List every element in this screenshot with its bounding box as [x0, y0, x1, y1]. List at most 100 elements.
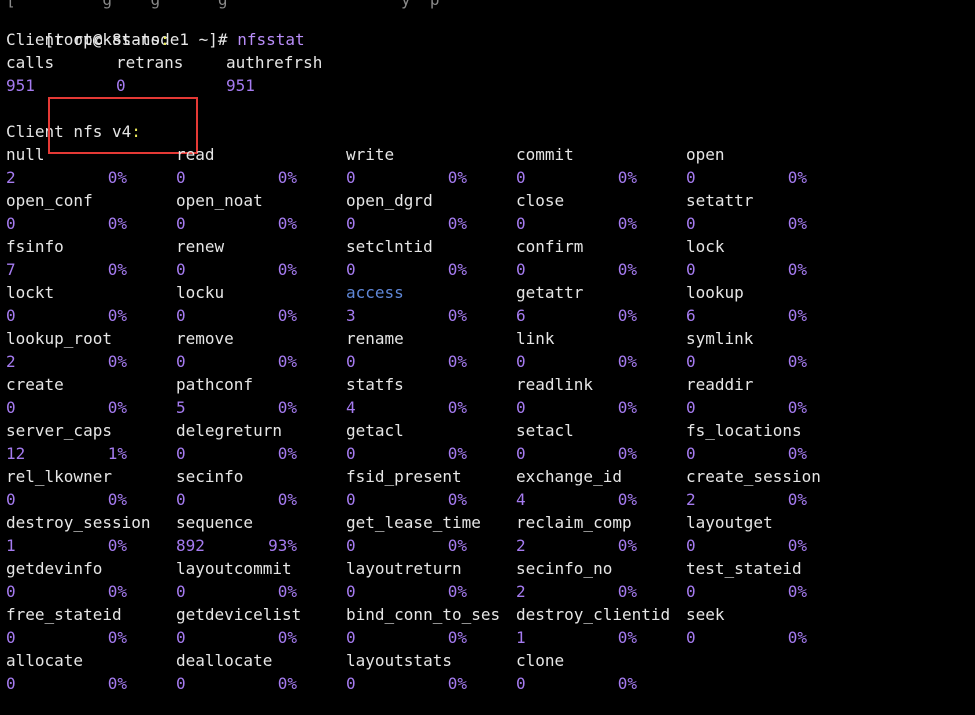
nfs-op-label-secinfo: secinfo [176, 467, 244, 486]
nfs-op-label-layoutstats: layoutstats [346, 651, 452, 670]
nfs-op-count-close: 0 [516, 214, 526, 233]
nfs-op-percent-link: 0% [617, 352, 637, 371]
nfs-op-label-test_stateid: test_stateid [686, 559, 802, 578]
nfs-op-percent-setattr: 0% [787, 214, 807, 233]
nfs-op-percent-lockt: 0% [107, 306, 127, 325]
nfs-op-count-access: 3 [346, 306, 356, 325]
nfs-op-label-setacl: setacl [516, 421, 574, 440]
nfs-op-count-read: 0 [176, 168, 186, 187]
nfs-op-percent-allocate: 0% [107, 674, 127, 693]
nfs-op-count-open_noat: 0 [176, 214, 186, 233]
nfs-op-percent-confirm: 0% [617, 260, 637, 279]
nfs-op-count-link: 0 [516, 352, 526, 371]
nfs-op-count-null: 2 [6, 168, 16, 187]
nfs-op-label-layoutreturn: layoutreturn [346, 559, 462, 578]
nfs-op-percent-seek: 0% [787, 628, 807, 647]
nfs-op-count-setattr: 0 [686, 214, 696, 233]
nfs-op-percent-renew: 0% [277, 260, 297, 279]
nfs-op-count-locku: 0 [176, 306, 186, 325]
nfs-op-label-free_stateid: free_stateid [6, 605, 122, 624]
rpc-section-title: Client rpc stats: [6, 30, 170, 49]
nfs-op-percent-pathconf: 0% [277, 398, 297, 417]
nfs-op-label-getdevicelist: getdevicelist [176, 605, 302, 624]
nfs-op-label-link: link [516, 329, 555, 348]
nfs-op-percent-destroy_session: 0% [107, 536, 127, 555]
nfs-op-label-symlink: symlink [686, 329, 754, 348]
nfs-op-count-lookup_root: 2 [6, 352, 16, 371]
nfs-op-count-server_caps: 12 [6, 444, 26, 463]
nfs-op-label-renew: renew [176, 237, 225, 256]
nfs-op-count-remove: 0 [176, 352, 186, 371]
nfs-op-count-rel_lkowner: 0 [6, 490, 16, 509]
nfs-op-percent-layoutstats: 0% [447, 674, 467, 693]
nfs-op-percent-getdevinfo: 0% [107, 582, 127, 601]
nfs-op-label-allocate: allocate [6, 651, 84, 670]
nfs-op-percent-getacl: 0% [447, 444, 467, 463]
nfs-op-label-statfs: statfs [346, 375, 404, 394]
nfs-op-label-reclaim_comp: reclaim_comp [516, 513, 632, 532]
nfs-op-label-fs_locations: fs_locations [686, 421, 802, 440]
nfs-op-count-lock: 0 [686, 260, 696, 279]
nfs-op-label-confirm: confirm [516, 237, 584, 256]
nfs-op-count-secinfo: 0 [176, 490, 186, 509]
nfs-op-count-delegreturn: 0 [176, 444, 186, 463]
nfs-op-label-lookup: lookup [686, 283, 744, 302]
nfs-op-percent-getattr: 0% [617, 306, 637, 325]
nfs-op-label-close: close [516, 191, 565, 210]
nfs-op-percent-layoutget: 0% [787, 536, 807, 555]
nfs-op-label-commit: commit [516, 145, 574, 164]
rpc-value-calls: 951 [6, 76, 35, 95]
nfs-op-percent-rel_lkowner: 0% [107, 490, 127, 509]
nfs-op-label-fsinfo: fsinfo [6, 237, 64, 256]
nfs-op-percent-create_session: 0% [787, 490, 807, 509]
nfs-op-label-open_conf: open_conf [6, 191, 93, 210]
nfs-op-count-getattr: 6 [516, 306, 526, 325]
nfs-op-count-fs_locations: 0 [686, 444, 696, 463]
terminal-window[interactable]: [ g g g y p [root@k8s-node1 ~]# nfsstat … [6, 0, 975, 715]
nfs-op-percent-bind_conn_to_ses: 0% [447, 628, 467, 647]
nfs-op-count-lookup: 6 [686, 306, 696, 325]
nfs-op-label-setattr: setattr [686, 191, 754, 210]
nfs-op-count-clone: 0 [516, 674, 526, 693]
nfs-op-count-setclntid: 0 [346, 260, 356, 279]
nfs-op-label-seek: seek [686, 605, 725, 624]
nfs-op-label-layoutcommit: layoutcommit [176, 559, 292, 578]
nfs-op-percent-secinfo: 0% [277, 490, 297, 509]
nfs-op-count-layoutcommit: 0 [176, 582, 186, 601]
rpc-header-retrans: retrans [116, 53, 184, 72]
nfs-op-label-readlink: readlink [516, 375, 594, 394]
nfs-op-count-statfs: 4 [346, 398, 356, 417]
nfs-op-count-secinfo_no: 2 [516, 582, 526, 601]
nfs-op-count-write: 0 [346, 168, 356, 187]
rpc-value-authrefrsh: 951 [226, 76, 255, 95]
nfs-op-label-server_caps: server_caps [6, 421, 112, 440]
nfs-op-percent-server_caps: 1% [107, 444, 127, 463]
nfs-op-percent-deallocate: 0% [277, 674, 297, 693]
nfs-op-count-fsinfo: 7 [6, 260, 16, 279]
nfs-op-percent-setclntid: 0% [447, 260, 467, 279]
shell-prompt-line: [root@k8s-node1 ~]# nfsstat [6, 5, 305, 49]
nfs-op-label-deallocate: deallocate [176, 651, 273, 670]
nfs-op-count-readlink: 0 [516, 398, 526, 417]
nfs-op-count-commit: 0 [516, 168, 526, 187]
nfs-op-percent-test_stateid: 0% [787, 582, 807, 601]
nfs-op-count-deallocate: 0 [176, 674, 186, 693]
nfs-op-count-fsid_present: 0 [346, 490, 356, 509]
nfs-op-percent-fsinfo: 0% [107, 260, 127, 279]
nfs-op-percent-layoutreturn: 0% [447, 582, 467, 601]
nfs-op-percent-free_stateid: 0% [107, 628, 127, 647]
nfs-op-percent-remove: 0% [277, 352, 297, 371]
nfs-op-label-open: open [686, 145, 725, 164]
nfs-op-count-seek: 0 [686, 628, 696, 647]
nfs-op-percent-open_noat: 0% [277, 214, 297, 233]
nfs-op-percent-locku: 0% [277, 306, 297, 325]
nfs-op-label-delegreturn: delegreturn [176, 421, 282, 440]
nfs-op-percent-fsid_present: 0% [447, 490, 467, 509]
nfs-op-label-destroy_session: destroy_session [6, 513, 151, 532]
nfs-op-percent-lock: 0% [787, 260, 807, 279]
nfs-op-label-write: write [346, 145, 395, 164]
nfs-op-label-getattr: getattr [516, 283, 584, 302]
nfs-op-count-open: 0 [686, 168, 696, 187]
nfs-op-percent-get_lease_time: 0% [447, 536, 467, 555]
command-text: nfsstat [237, 30, 305, 49]
